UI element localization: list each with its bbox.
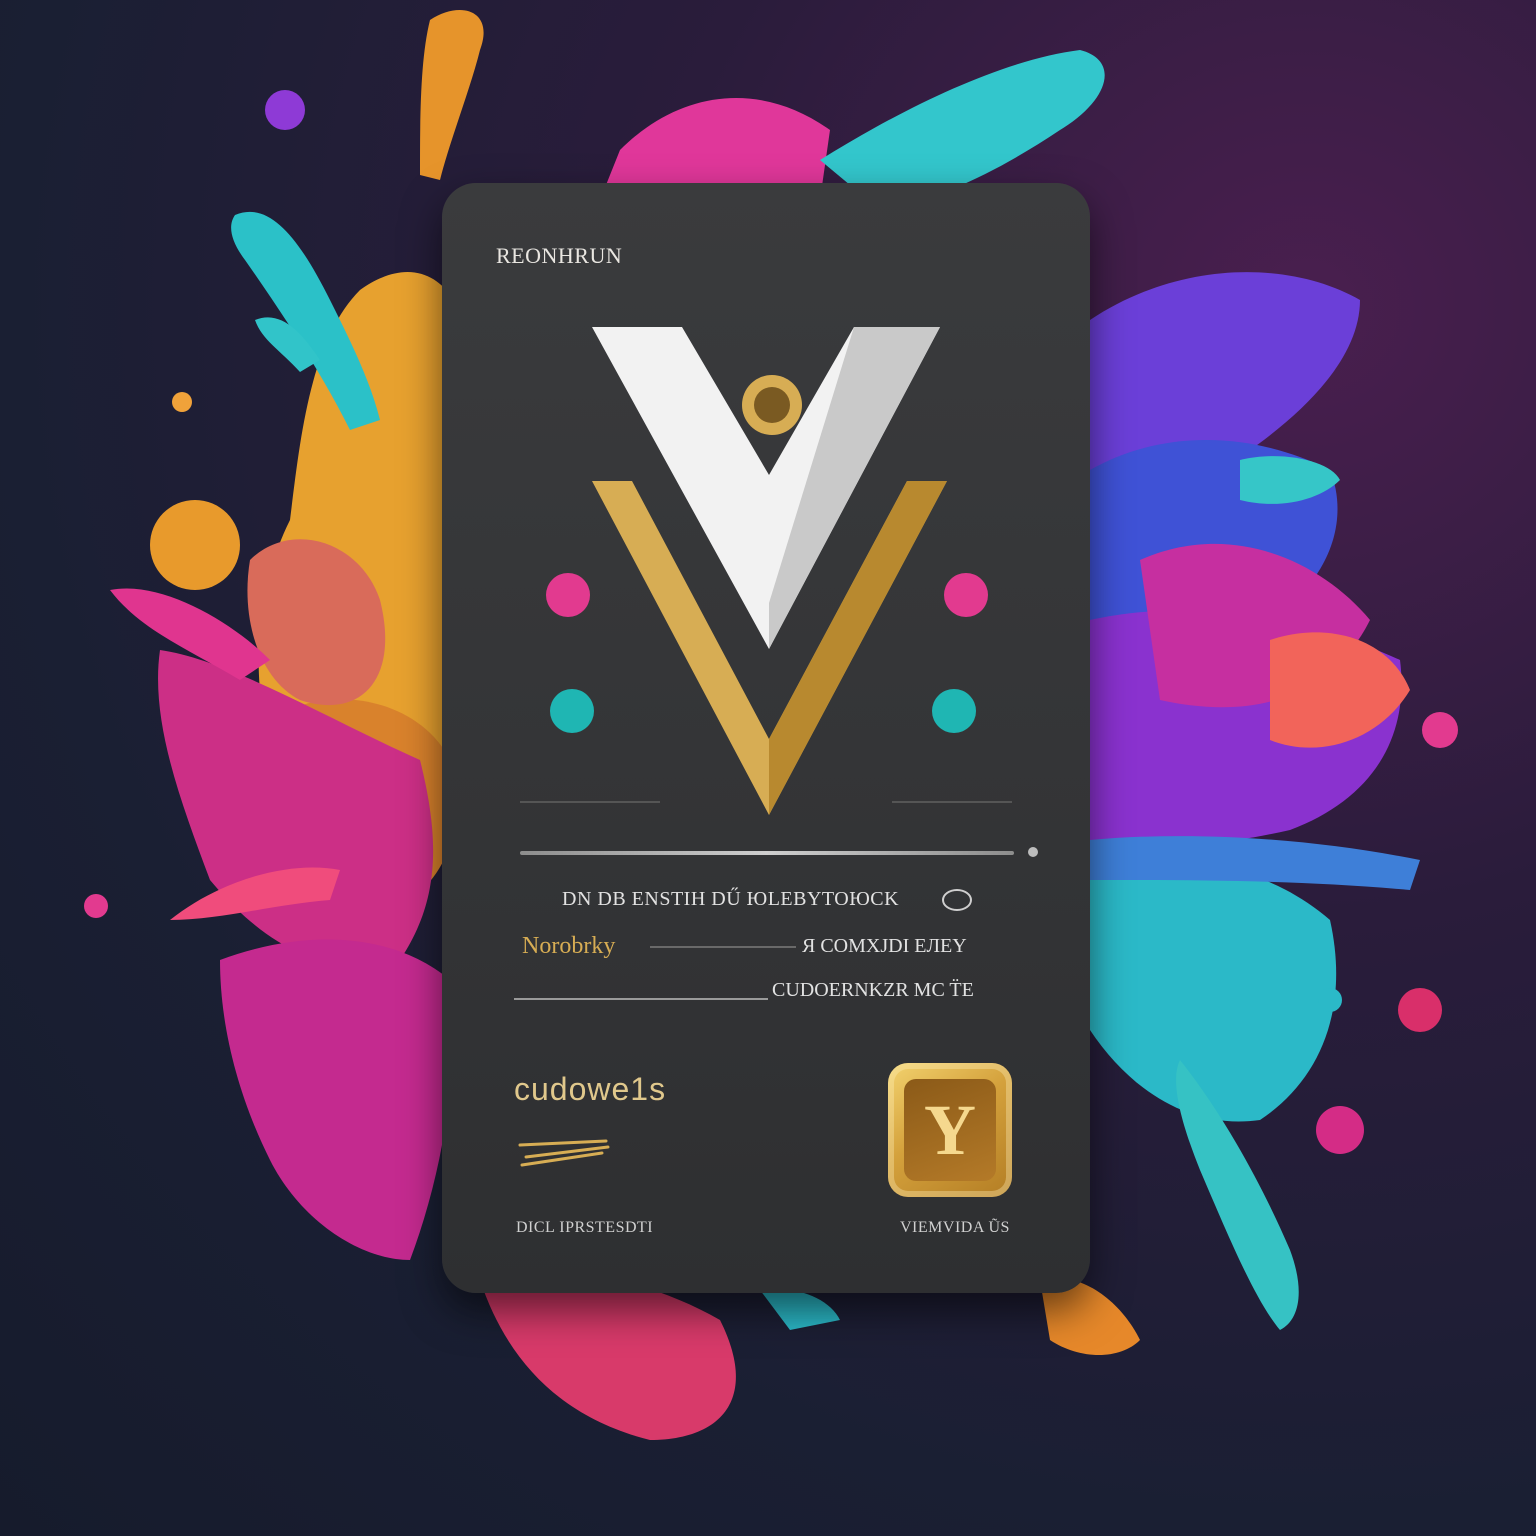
purple-dot	[265, 90, 305, 130]
underline-leader	[514, 998, 768, 1000]
footer-left-text: DICL IPRSTESDTI	[516, 1219, 654, 1236]
faint-dash-right	[892, 801, 1012, 803]
pink-dot-right-2	[1398, 988, 1442, 1032]
card-text-line-2: Я COMXJDI EЛEY	[802, 935, 967, 957]
divider-dot	[1028, 847, 1038, 857]
card-text-line-3: CUDOERNKZR MC T̈Ε	[772, 979, 974, 1001]
pink-dot-left	[546, 573, 590, 617]
gold-coin-inner	[754, 387, 790, 423]
magenta-splash-lower	[220, 939, 453, 1260]
gold-badge: Y	[888, 1063, 1012, 1197]
orange-blob	[150, 500, 240, 590]
card-text-line-1: DN DB ENSTIH DŰ ЮLEBYTOЮCK	[562, 888, 900, 910]
pink-dot-right	[944, 573, 988, 617]
pink-dot	[84, 894, 108, 918]
orange-tip	[420, 10, 484, 180]
bottom-teal-splash	[760, 1289, 840, 1330]
pink-dot-right	[1422, 712, 1458, 748]
circle-mark-icon	[942, 889, 972, 911]
badge-letter: Y	[924, 1090, 976, 1170]
bottom-pink-splash	[480, 1272, 736, 1440]
card-code: cudowe1s	[514, 1071, 667, 1107]
faint-dash-left	[520, 801, 660, 803]
card-name-gold: Norobrky	[522, 933, 616, 959]
membership-card: REONHRUN DN DB ENSTIH DŰ ЮLEBYTOЮCK Noro…	[442, 183, 1090, 1293]
divider-rule	[520, 851, 1014, 855]
teal-splash-right	[1090, 863, 1337, 1122]
teal-dot-left	[550, 689, 594, 733]
signature-mark	[518, 1139, 610, 1167]
footer-right-text: VIEMVIDA ŨS	[900, 1219, 1010, 1236]
orange-dot	[172, 392, 192, 412]
pink-dot-right-3	[1316, 1106, 1364, 1154]
dotted-leader	[650, 946, 796, 948]
teal-dot-right	[932, 689, 976, 733]
teal-dot-right	[1318, 988, 1342, 1012]
v-logo	[520, 327, 1012, 815]
gold-badge-inner: Y	[904, 1079, 996, 1181]
